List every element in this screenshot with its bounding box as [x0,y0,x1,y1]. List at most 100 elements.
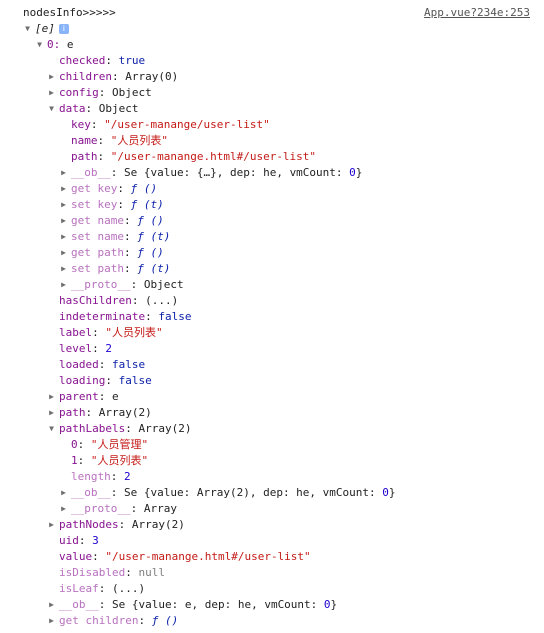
prop-row-expandable[interactable]: ▶ get children: ƒ () [0,613,544,629]
collapsed-arrow-icon[interactable]: ▶ [59,165,68,181]
prop-key: 0 [71,438,78,451]
source-link[interactable]: App.vue?234e:253 [424,5,530,21]
prop-key: uid [59,534,79,547]
prop-value: Array(2) [131,518,185,531]
collapsed-arrow-icon[interactable]: ▶ [59,181,68,197]
prop-value: "/user-manange.html#/user-list" [105,550,311,563]
prop-value: "人员列表" [110,134,168,147]
prop-row: loading: false [59,374,152,387]
prop-value: false [158,310,192,323]
collapsed-arrow-icon[interactable]: ▶ [47,613,56,629]
prop-key: __ob__ [59,598,99,611]
prop-row[interactable]: hasChildren: (...) [0,293,544,309]
prop-key: __ob__ [71,486,111,499]
collapsed-arrow-icon[interactable]: ▶ [47,405,56,421]
prop-value: ƒ () [151,614,179,627]
item-0-value: e [66,38,74,51]
prop-key: set name [71,230,124,243]
prop-value: ƒ () [137,214,164,227]
prop-key: isDisabled [59,566,126,579]
prop-row-expandable[interactable]: ▶ __ob__: Se {value: {…}, dep: he, vmCoun… [0,165,544,181]
prop-row-expandable[interactable]: ▶ get key: ƒ () [0,181,544,197]
prop-value: Object [112,86,152,99]
expanded-arrow-icon[interactable]: ▼ [47,101,56,117]
prop-value: "人员列表" [105,326,163,339]
collapsed-arrow-icon[interactable]: ▶ [59,245,68,261]
prop-value: false [118,374,152,387]
prop-row-expandable[interactable]: ▼ data: Object [0,101,544,117]
prop-key: indeterminate [59,310,146,323]
prop-row-expandable[interactable]: ▶ set name: ƒ (t) [0,229,544,245]
prop-row: 0: "人员管理" [71,438,149,451]
info-icon[interactable]: i [58,24,69,34]
collapsed-arrow-icon[interactable]: ▶ [59,229,68,245]
prop-key: get path [71,246,124,259]
collapsed-arrow-icon[interactable]: ▶ [47,517,56,533]
prop-row: checked: true [59,54,146,67]
prop-key: data [59,102,86,115]
collapsed-arrow-icon[interactable]: ▶ [47,69,56,85]
collapsed-arrow-icon[interactable]: ▶ [47,389,56,405]
prop-row-expandable[interactable]: ▶ pathNodes: Array(2) [0,517,544,533]
prop-row-expandable[interactable]: ▶ config: Object [0,85,544,101]
prop-row-expandable[interactable]: ▶ __proto__: Object [0,277,544,293]
prop-value: 2 [105,342,112,355]
item-0-row[interactable]: ▼ 0: e [0,37,544,53]
collapsed-arrow-icon[interactable]: ▶ [47,85,56,101]
expanded-arrow-icon[interactable]: ▼ [35,37,44,53]
prop-key: length [71,470,111,483]
prop-value: ƒ () [137,246,164,259]
prop-value: 2 [124,470,131,483]
prop-row-expandable[interactable]: ▼ pathLabels: Array(2) [0,421,544,437]
expanded-arrow-icon[interactable]: ▼ [47,421,56,437]
prop-row: indeterminate: false [59,310,192,323]
prop-key: get name [71,214,124,227]
prop-value[interactable]: (...) [145,294,178,307]
prop-key: get key [71,182,118,195]
prop-key: isLeaf [59,582,99,595]
collapsed-arrow-icon[interactable]: ▶ [59,501,68,517]
prop-row-expandable[interactable]: ▶ set path: ƒ (t) [0,261,544,277]
prop-key: set path [71,262,124,275]
collapsed-arrow-icon[interactable]: ▶ [59,485,68,501]
prop-key: loading [59,374,106,387]
prop-value: "人员管理" [90,438,149,451]
prop-key: level [59,342,93,355]
prop-row[interactable]: isLeaf: (...) [0,581,544,597]
prop-row-expandable[interactable]: ▶ __ob__: Se {value: e, dep: he, vmCount:… [0,597,544,613]
prop-value: ƒ (t) [137,230,171,243]
prop-row: loaded: false [59,358,146,371]
prop-row: value: "/user-manange.html#/user-list" [59,550,311,563]
prop-value: Object [143,278,184,291]
prop-row: 1: "人员列表" [71,454,149,467]
prop-row-expandable[interactable]: ▶ __ob__: Se {value: Array(2), dep: he, v… [0,485,544,501]
expanded-arrow-icon[interactable]: ▼ [23,21,32,37]
prop-key: value [59,550,93,563]
prop-value: Array(0) [125,70,179,83]
prop-row-expandable[interactable]: ▶ children: Array(0) [0,69,544,85]
collapsed-arrow-icon[interactable]: ▶ [59,261,68,277]
prop-row-expandable[interactable]: ▶ get name: ƒ () [0,213,544,229]
prop-key: config [59,86,99,99]
prop-row: isDisabled: null [59,566,165,579]
prop-row: length: 2 [71,470,131,483]
prop-row-expandable[interactable]: ▶ __proto__: Array [0,501,544,517]
prop-key: path [59,406,86,419]
prop-row-expandable[interactable]: ▶ set key: ƒ (t) [0,197,544,213]
prop-value: Array(2) [98,406,152,419]
prop-value: Array [143,502,177,515]
prop-row-expandable[interactable]: ▶ path: Array(2) [0,405,544,421]
collapsed-arrow-icon[interactable]: ▶ [59,277,68,293]
prop-row-expandable[interactable]: ▶ parent: e [0,389,544,405]
prop-value[interactable]: (...) [112,582,145,595]
prop-value: Object [98,102,139,115]
root-array-row[interactable]: ▼ [e] i [0,21,544,37]
collapsed-arrow-icon[interactable]: ▶ [59,213,68,229]
collapsed-arrow-icon[interactable]: ▶ [47,597,56,613]
prop-value: e [112,390,119,403]
log-label: nodesInfo>>>>> [23,6,116,19]
prop-row-expandable[interactable]: ▶ get path: ƒ () [0,245,544,261]
collapsed-arrow-icon[interactable]: ▶ [59,197,68,213]
root-preview: [e] [35,22,55,35]
prop-key: __proto__ [71,278,131,291]
